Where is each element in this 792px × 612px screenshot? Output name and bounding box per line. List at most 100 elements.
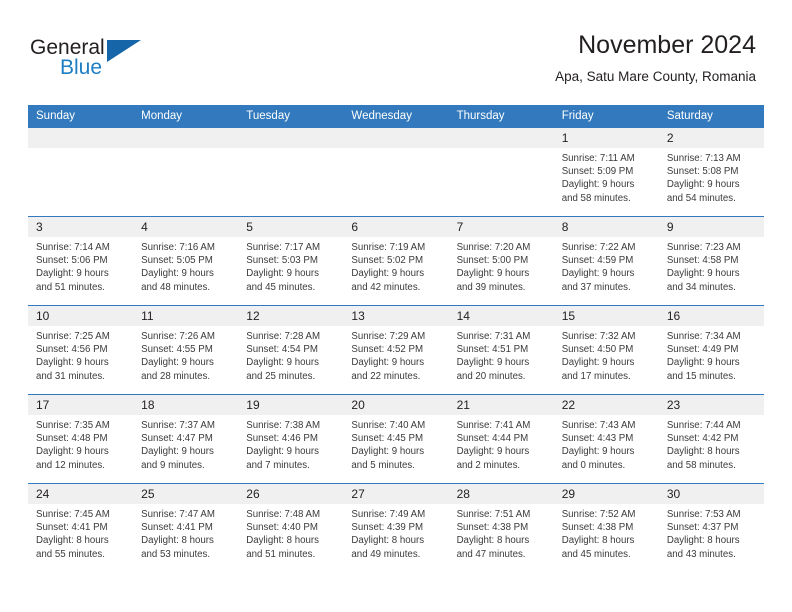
daylight-text-line2: and 42 minutes.: [351, 281, 421, 293]
sunset-text: Sunset: 4:38 PM: [561, 522, 634, 534]
calendar-day-cell-empty: [343, 127, 449, 217]
calendar-day-cell[interactable]: 24 Sunrise: 7:45 AM Sunset: 4:41 PM Dayligh…: [28, 483, 134, 572]
day-details: Sunrise: 7:32 AM Sunset: 4:50 PM Daylight:…: [554, 326, 659, 383]
daylight-text-line1: Daylight: 8 hours: [666, 446, 740, 458]
sunrise-text: Sunrise: 7:11 AM: [561, 153, 635, 164]
daylight-text-line1: Daylight: 9 hours: [351, 357, 425, 369]
day-number: 10: [28, 306, 134, 326]
day-number: 25: [133, 484, 239, 504]
weekday-header-sunday: Sunday: [28, 105, 134, 128]
sunset-text: Sunset: 5:02 PM: [351, 255, 424, 267]
day-details: Sunrise: 7:28 AM Sunset: 4:54 PM Daylight:…: [238, 326, 343, 383]
daylight-text-line2: and 53 minutes.: [141, 548, 211, 560]
sunset-text: Sunset: 4:41 PM: [36, 522, 108, 534]
day-number: 28: [448, 484, 554, 504]
calendar-day-cell[interactable]: 16 Sunrise: 7:34 AM Sunset: 4:49 PM Dayligh…: [658, 305, 764, 395]
sunrise-text: Sunrise: 7:34 AM: [666, 331, 741, 342]
calendar-day-cell[interactable]: 3 Sunrise: 7:14 AM Sunset: 5:06 PM Daylight…: [28, 216, 134, 306]
calendar-week-row: 3 Sunrise: 7:14 AM Sunset: 5:06 PM Daylight…: [28, 216, 764, 306]
daylight-text-line2: and 45 minutes.: [246, 281, 316, 293]
sunset-text: Sunset: 4:58 PM: [666, 255, 739, 267]
calendar-day-cell[interactable]: 14 Sunrise: 7:31 AM Sunset: 4:51 PM Dayligh…: [448, 305, 554, 395]
daylight-text-line1: Daylight: 9 hours: [456, 357, 530, 369]
sunrise-text: Sunrise: 7:25 AM: [36, 331, 110, 342]
day-details: Sunrise: 7:41 AM Sunset: 4:44 PM Daylight:…: [449, 415, 554, 472]
day-details: Sunrise: 7:25 AM Sunset: 4:56 PM Daylight:…: [28, 326, 133, 383]
day-number: 16: [658, 306, 764, 326]
daylight-text-line1: Daylight: 9 hours: [456, 268, 530, 280]
day-details: Sunrise: 7:29 AM Sunset: 4:52 PM Daylight:…: [343, 326, 448, 383]
calendar-page: General Blue November 2024 Apa, Satu Mar…: [0, 0, 792, 612]
sunset-text: Sunset: 5:09 PM: [561, 166, 634, 178]
calendar-day-cell[interactable]: 5 Sunrise: 7:17 AM Sunset: 5:03 PM Daylight…: [238, 216, 344, 306]
daylight-text-line1: Daylight: 8 hours: [141, 535, 214, 547]
calendar-day-cell[interactable]: 4 Sunrise: 7:16 AM Sunset: 5:05 PM Daylight…: [133, 216, 239, 306]
calendar-day-cell[interactable]: 19 Sunrise: 7:38 AM Sunset: 4:46 PM Dayligh…: [238, 394, 344, 484]
daylight-text-line1: Daylight: 9 hours: [246, 357, 319, 369]
day-number: 2: [658, 128, 764, 148]
day-details: Sunrise: 7:31 AM Sunset: 4:51 PM Daylight:…: [449, 326, 554, 383]
calendar-day-cell[interactable]: 6 Sunrise: 7:19 AM Sunset: 5:02 PM Daylight…: [343, 216, 449, 306]
daylight-text-line1: Daylight: 9 hours: [36, 446, 109, 458]
calendar-day-cell[interactable]: 13 Sunrise: 7:29 AM Sunset: 4:52 PM Dayligh…: [343, 305, 449, 395]
daylight-text-line2: and 0 minutes.: [561, 459, 626, 471]
day-number: 22: [553, 395, 659, 415]
calendar-day-cell[interactable]: 28 Sunrise: 7:51 AM Sunset: 4:38 PM Dayligh…: [448, 483, 554, 572]
calendar-day-cell[interactable]: 25 Sunrise: 7:47 AM Sunset: 4:41 PM Dayligh…: [133, 483, 239, 572]
calendar-day-cell[interactable]: 9 Sunrise: 7:23 AM Sunset: 4:58 PM Daylight…: [658, 216, 764, 306]
sunset-text: Sunset: 4:41 PM: [141, 522, 213, 534]
calendar-day-cell[interactable]: 7 Sunrise: 7:20 AM Sunset: 5:00 PM Daylight…: [448, 216, 554, 306]
day-details: Sunrise: 7:37 AM Sunset: 4:47 PM Daylight:…: [133, 415, 238, 472]
day-number: 14: [448, 306, 554, 326]
calendar-day-cell[interactable]: 18 Sunrise: 7:37 AM Sunset: 4:47 PM Dayligh…: [133, 394, 239, 484]
calendar-day-cell[interactable]: 22 Sunrise: 7:43 AM Sunset: 4:43 PM Dayligh…: [553, 394, 659, 484]
calendar-day-cell[interactable]: 21 Sunrise: 7:41 AM Sunset: 4:44 PM Dayligh…: [448, 394, 554, 484]
daylight-text-line1: Daylight: 9 hours: [561, 268, 635, 280]
daylight-text-line2: and 15 minutes.: [666, 370, 736, 382]
calendar-day-cell[interactable]: 10 Sunrise: 7:25 AM Sunset: 4:56 PM Dayligh…: [28, 305, 134, 395]
sunrise-text: Sunrise: 7:44 AM: [666, 420, 741, 431]
daylight-text-line1: Daylight: 8 hours: [666, 535, 740, 547]
day-number: 26: [238, 484, 344, 504]
day-details: Sunrise: 7:26 AM Sunset: 4:55 PM Daylight:…: [133, 326, 238, 383]
calendar-day-cell[interactable]: 23 Sunrise: 7:44 AM Sunset: 4:42 PM Dayligh…: [658, 394, 764, 484]
calendar-day-cell[interactable]: 1 Sunrise: 7:11 AM Sunset: 5:09 PM Daylight…: [553, 127, 659, 217]
calendar-day-cell[interactable]: 29 Sunrise: 7:52 AM Sunset: 4:38 PM Dayligh…: [553, 483, 659, 572]
calendar-day-cell[interactable]: 26 Sunrise: 7:48 AM Sunset: 4:40 PM Dayligh…: [238, 483, 344, 572]
calendar-day-cell[interactable]: 30 Sunrise: 7:53 AM Sunset: 4:37 PM Dayligh…: [658, 483, 764, 572]
day-number: 24: [28, 484, 134, 504]
calendar-day-cell[interactable]: 17 Sunrise: 7:35 AM Sunset: 4:48 PM Dayligh…: [28, 394, 134, 484]
day-details: Sunrise: 7:16 AM Sunset: 5:05 PM Daylight:…: [133, 237, 238, 294]
day-number: 5: [238, 217, 344, 237]
day-number: 8: [553, 217, 659, 237]
day-number: 9: [658, 217, 764, 237]
calendar-day-cell[interactable]: 20 Sunrise: 7:40 AM Sunset: 4:45 PM Dayligh…: [343, 394, 449, 484]
calendar-day-cell[interactable]: 15 Sunrise: 7:32 AM Sunset: 4:50 PM Dayligh…: [553, 305, 659, 395]
day-details: Sunrise: 7:17 AM Sunset: 5:03 PM Daylight:…: [238, 237, 343, 294]
daylight-text-line1: Daylight: 9 hours: [141, 357, 214, 369]
calendar-day-cell[interactable]: 27 Sunrise: 7:49 AM Sunset: 4:39 PM Dayligh…: [343, 483, 449, 572]
day-details: Sunrise: 7:51 AM Sunset: 4:38 PM Daylight:…: [449, 504, 554, 561]
day-number: [343, 128, 449, 148]
day-details: Sunrise: 7:22 AM Sunset: 4:59 PM Daylight:…: [554, 237, 659, 294]
day-number: 20: [343, 395, 449, 415]
day-number: 6: [343, 217, 449, 237]
day-number: [238, 128, 344, 148]
calendar-day-cell[interactable]: 11 Sunrise: 7:26 AM Sunset: 4:55 PM Dayligh…: [133, 305, 239, 395]
calendar-week-row: 1 Sunrise: 7:11 AM Sunset: 5:09 PM Daylight…: [28, 127, 764, 217]
sunrise-text: Sunrise: 7:40 AM: [351, 420, 426, 431]
day-number: [448, 128, 554, 148]
page-title: November 2024: [578, 31, 756, 59]
weekday-header-thursday: Thursday: [448, 105, 554, 128]
calendar-day-cell[interactable]: 8 Sunrise: 7:22 AM Sunset: 4:59 PM Daylight…: [553, 216, 659, 306]
daylight-text-line2: and 55 minutes.: [36, 548, 105, 560]
calendar-day-cell[interactable]: 12 Sunrise: 7:28 AM Sunset: 4:54 PM Dayligh…: [238, 305, 344, 395]
calendar-day-cell[interactable]: 2 Sunrise: 7:13 AM Sunset: 5:08 PM Daylight…: [658, 127, 764, 217]
daylight-text-line1: Daylight: 8 hours: [456, 535, 530, 547]
sunset-text: Sunset: 4:39 PM: [351, 522, 424, 534]
daylight-text-line2: and 7 minutes.: [246, 459, 310, 471]
daylight-text-line2: and 28 minutes.: [141, 370, 211, 382]
daylight-text-line2: and 43 minutes.: [666, 548, 736, 560]
sunrise-text: Sunrise: 7:19 AM: [351, 242, 426, 253]
general-blue-logo[interactable]: General Blue: [30, 36, 210, 82]
